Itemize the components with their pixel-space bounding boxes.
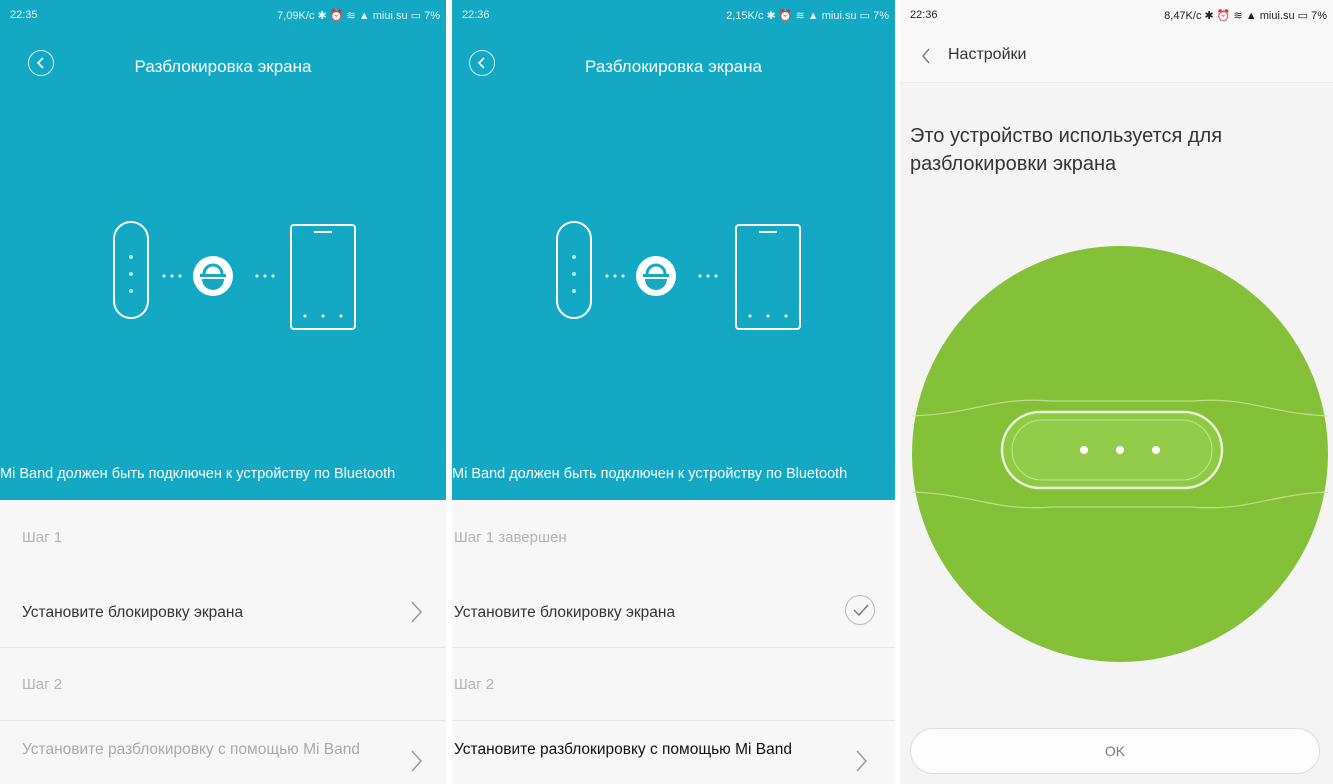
band-icon xyxy=(113,221,149,319)
bluetooth-note: Mi Band должен быть подключен к устройст… xyxy=(452,466,848,482)
status-bar: 22:35 7,09K/c ✱ ⏰ ≋ ▲ miui.su ▭ 7% xyxy=(0,0,446,28)
set-miband-unlock-item[interactable]: Установите разблокировку с помощью Mi Ba… xyxy=(22,740,362,760)
page-title: Разблокировка экрана xyxy=(585,57,762,76)
status-info: 2,15K/c ✱ ⏰ ≋ ▲ miui.su ▭ 7% xyxy=(726,10,889,22)
unlock-illustration xyxy=(113,221,356,330)
chevron-right-icon xyxy=(411,601,423,623)
status-bar: 22:36 2,15K/c ✱ ⏰ ≋ ▲ miui.su ▭ 7% xyxy=(452,0,895,28)
set-screen-lock-item[interactable]: Установите блокировку экрана xyxy=(22,604,243,622)
status-time: 22:36 xyxy=(910,9,938,21)
back-title[interactable]: Настройки xyxy=(948,46,1026,64)
checkmark-icon xyxy=(853,604,869,616)
set-miband-unlock-item[interactable]: Установите разблокировку с помощью Mi Ba… xyxy=(454,740,834,760)
divider xyxy=(0,647,446,648)
status-info: 8,47K/c ✱ ⏰ ≋ ▲ miui.su ▭ 7% xyxy=(1164,10,1327,22)
step1-label: Шаг 1 завершен xyxy=(454,529,567,546)
unlock-illustration xyxy=(556,221,801,330)
unlock-icon xyxy=(193,256,233,296)
step2-label: Шаг 2 xyxy=(454,676,495,693)
back-icon[interactable] xyxy=(920,47,932,65)
band-icon xyxy=(556,221,592,319)
completed-check xyxy=(845,595,875,625)
mi-band-illustration xyxy=(912,246,1328,662)
screen-step1-done: 22:36 2,15K/c ✱ ⏰ ≋ ▲ miui.su ▭ 7% Разбл… xyxy=(452,0,895,784)
status-bar: 22:36 8,47K/c ✱ ⏰ ≋ ▲ miui.su ▭ 7% xyxy=(900,0,1333,28)
divider xyxy=(0,720,446,721)
set-screen-lock-item[interactable]: Установите блокировку экрана xyxy=(454,604,675,622)
divider xyxy=(452,720,895,721)
status-info: 7,09K/c ✱ ⏰ ≋ ▲ miui.su ▭ 7% xyxy=(277,10,440,22)
screen-device-in-use: 22:36 8,47K/c ✱ ⏰ ≋ ▲ miui.su ▭ 7% Настр… xyxy=(900,0,1333,784)
ok-button[interactable]: OK xyxy=(910,728,1320,774)
phone-icon xyxy=(290,224,356,330)
chevron-right-icon xyxy=(411,750,423,772)
page-heading: Это устройство используется для разблоки… xyxy=(910,125,1223,175)
phone-icon xyxy=(735,224,801,330)
status-time: 22:36 xyxy=(462,9,490,21)
page-title: Разблокировка экрана xyxy=(134,57,312,76)
screen-step1-pending: 22:35 7,09K/c ✱ ⏰ ≋ ▲ miui.su ▭ 7% Разбл… xyxy=(0,0,446,784)
status-time: 22:35 xyxy=(10,9,38,21)
unlock-icon xyxy=(636,256,676,296)
bluetooth-note: Mi Band должен быть подключен к устройст… xyxy=(0,466,396,482)
step1-label: Шаг 1 xyxy=(22,529,63,546)
divider xyxy=(452,647,895,648)
chevron-right-icon xyxy=(856,750,868,772)
step2-label: Шаг 2 xyxy=(22,676,63,693)
